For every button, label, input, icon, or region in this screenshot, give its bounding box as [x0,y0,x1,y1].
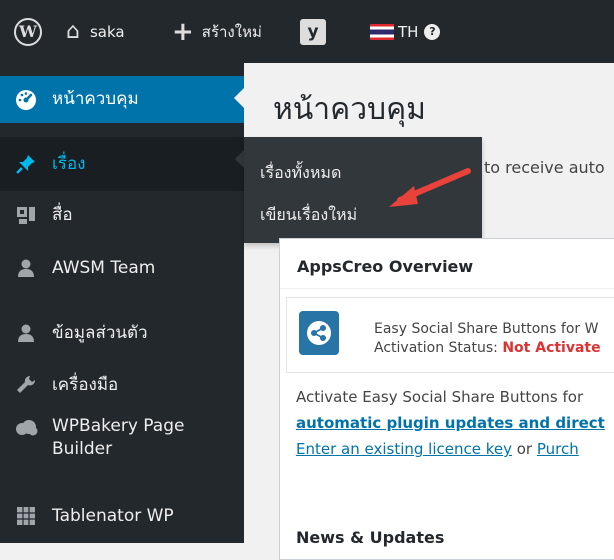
home-icon: ⌂ [66,18,80,44]
notice-text: to receive auto [484,158,605,177]
panel-title: AppsCreo Overview [297,257,474,276]
admin-bar: W ⌂ saka + สร้างใหม่ y TH ? [0,0,614,63]
sidebar-item-label-line2: Builder [52,439,113,459]
sidebar-item-label-line1: WPBakery Page [52,416,185,437]
table-icon [8,506,44,526]
submenu-item-all-posts[interactable]: เรื่องทั้งหมด [260,161,341,186]
automatic-updates-link[interactable]: automatic plugin updates and direct [296,414,605,432]
site-name-label: saka [89,22,125,41]
new-content-label: สร้างใหม่ [201,22,262,41]
media-icon [8,204,44,226]
licence-links-line: Enter an existing licence key or Purch [296,440,579,458]
help-icon: ? [424,23,441,40]
site-name-link[interactable]: ⌂ saka [66,0,125,63]
activation-status-value: Not Activate [502,340,601,356]
purchase-link[interactable]: Purch [537,440,579,458]
page-title: หน้าควบคุม [273,92,426,127]
sidebar-item-awsm-team[interactable]: AWSM Team [0,246,244,290]
wordpress-logo-button[interactable]: W [14,0,42,63]
plugin-name: Easy Social Share Buttons for W [374,321,599,337]
pin-icon [8,153,44,175]
or-text: or [511,440,537,458]
language-label: TH [398,22,419,41]
sidebar-item-posts[interactable]: เรื่อง [0,137,244,191]
activation-status-line: Activation Status: Not Activate [374,340,601,356]
sidebar-item-label: ข้อมูลส่วนตัว [52,322,148,343]
sidebar-item-dashboard[interactable]: หน้าควบคุม [0,76,244,123]
submenu-caret [235,150,244,168]
plus-icon: + [172,16,194,47]
update-link-line: automatic plugin updates and direct [296,414,605,432]
submenu-item-add-new[interactable]: เขียนเรื่องใหม่ [260,203,357,228]
description-text: Activate Easy Social Share Buttons for [296,388,584,406]
yoast-icon: y [300,18,326,45]
news-updates-heading: News & Updates [296,528,445,547]
current-menu-indicator [234,88,244,108]
activation-label: Activation Status: [374,340,498,356]
sidebar-item-media[interactable]: สื่อ [0,193,244,237]
sidebar-item-label: AWSM Team [52,257,156,278]
language-switcher[interactable]: TH ? [370,0,441,63]
sidebar-item-label: เรื่อง [52,153,86,174]
sidebar-item-label: Tablenator WP [52,505,174,526]
wordpress-logo-icon: W [14,17,42,46]
dashboard-icon [8,89,44,111]
sidebar-item-label: WPBakery Page Builder [52,415,184,461]
panel-header: AppsCreo Overview [280,239,614,289]
share-icon [299,311,339,355]
sidebar-item-label: หน้าควบคุม [52,89,139,110]
new-content-button[interactable]: + สร้างใหม่ [172,0,262,63]
yoast-seo-button[interactable]: y [300,0,326,63]
sidebar-item-wpbakery[interactable]: WPBakery Page Builder [0,393,244,483]
enter-licence-key-link[interactable]: Enter an existing licence key [296,440,512,458]
user-icon [8,257,44,279]
thai-flag-icon [370,23,394,40]
cloud-icon [8,419,44,437]
sidebar-item-profile[interactable]: ข้อมูลส่วนตัว [0,311,244,355]
sidebar-item-tablenator[interactable]: Tablenator WP [0,494,244,538]
posts-submenu: เรื่องทั้งหมด เขียนเรื่องใหม่ [244,137,482,243]
user-icon [8,322,44,344]
sidebar-item-label: สื่อ [52,204,73,225]
